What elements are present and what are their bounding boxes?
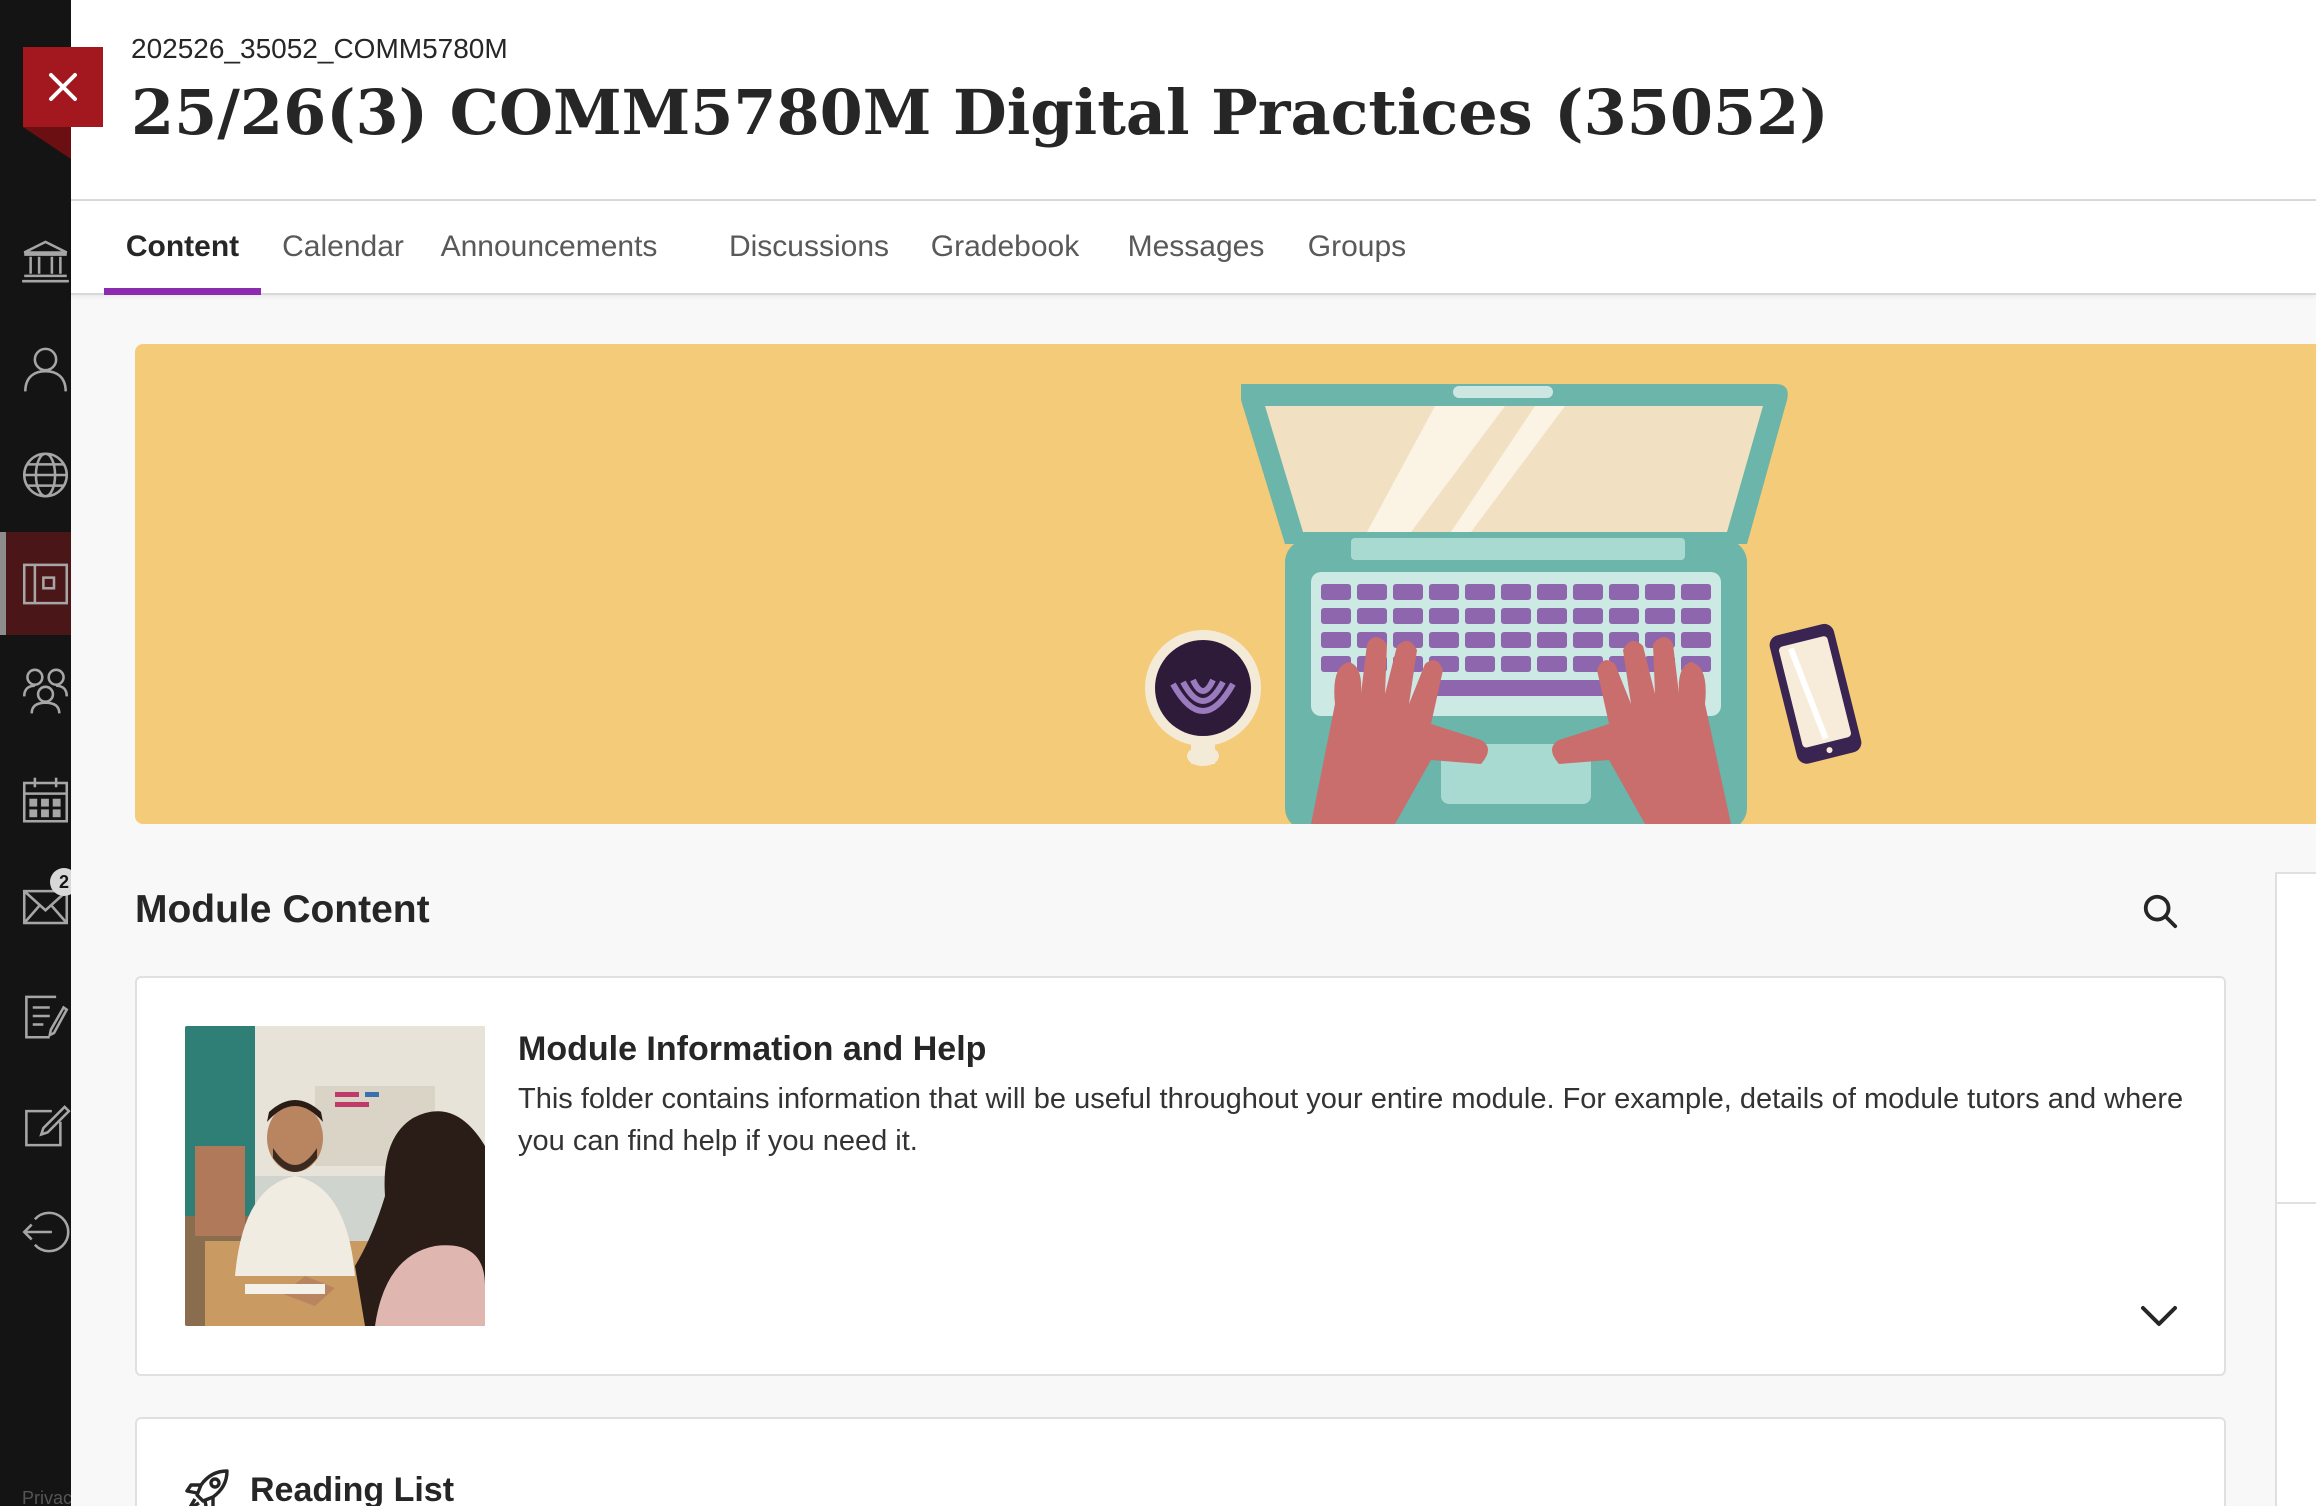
sidebar-item-profile[interactable] [0, 320, 71, 416]
tab-content[interactable]: Content [104, 201, 261, 295]
tab-discussions[interactable]: Discussions [714, 201, 904, 293]
expand-module-information-button[interactable] [2137, 1294, 2181, 1338]
content-item-module-information[interactable]: Module Information and Help This folder … [135, 976, 2226, 1376]
course-header: 202526_35052_COMM5780M 25/26(3) COMM5780… [71, 0, 2316, 201]
search-content-button[interactable] [2137, 888, 2183, 934]
sidebar-item-tools[interactable] [0, 1078, 71, 1174]
chevron-down-icon [2141, 1306, 2177, 1326]
reading-list-title[interactable]: Reading List [250, 1471, 454, 1506]
course-tabs: Content Calendar Announcements Discussio… [71, 201, 2316, 295]
close-button-tail [23, 127, 71, 159]
tab-groups[interactable]: Groups [1287, 201, 1427, 293]
rocket-icon [185, 1469, 229, 1506]
content-item-reading-list[interactable]: Reading List [135, 1417, 2226, 1506]
module-information-thumbnail [185, 1026, 485, 1326]
grades-icon [25, 995, 69, 1039]
close-icon [49, 73, 77, 101]
close-course-button[interactable] [23, 47, 103, 127]
course-code: 202526_35052_COMM5780M [131, 33, 508, 64]
messages-badge: 2 [50, 868, 71, 896]
sidebar-item-organizations[interactable] [0, 642, 71, 738]
calendar-icon [22, 777, 69, 823]
courses-icon [22, 563, 69, 604]
course-banner [135, 344, 2316, 824]
sidebar-item-sign-out[interactable] [0, 1184, 71, 1280]
globe-icon [22, 452, 69, 498]
tab-messages[interactable]: Messages [1111, 201, 1281, 293]
sidebar-item-institution[interactable] [0, 213, 71, 309]
sidebar-item-calendar[interactable] [0, 752, 71, 848]
side-panel [2275, 872, 2316, 1506]
tab-calendar[interactable]: Calendar [268, 201, 418, 293]
tools-icon [25, 1105, 71, 1147]
laptop-illustration [1145, 384, 1862, 824]
global-sidebar: 2 Privacy [0, 0, 71, 1506]
tab-announcements[interactable]: Announcements [429, 201, 669, 293]
sign-out-icon [22, 1211, 70, 1253]
search-icon [2143, 894, 2178, 929]
tab-gradebook[interactable]: Gradebook [915, 201, 1095, 293]
module-information-title[interactable]: Module Information and Help [518, 1030, 986, 1069]
sidebar-item-courses[interactable] [0, 532, 71, 635]
profile-icon [24, 347, 67, 392]
privacy-link[interactable]: Privacy [22, 1488, 71, 1506]
institution-icon [22, 240, 69, 283]
module-content-heading: Module Content [135, 888, 430, 931]
tutor-meeting-photo [185, 1026, 485, 1326]
sidebar-item-grades[interactable] [0, 968, 71, 1064]
module-information-description: This folder contains information that wi… [518, 1083, 2184, 1157]
app-window: 2 Privacy 202526_35052_COMM5780M [0, 0, 2316, 1506]
page-title: 25/26(3) COMM5780M Digital Practices (35… [131, 76, 1829, 149]
organizations-icon [22, 668, 69, 714]
sidebar-item-globe[interactable] [0, 427, 71, 523]
